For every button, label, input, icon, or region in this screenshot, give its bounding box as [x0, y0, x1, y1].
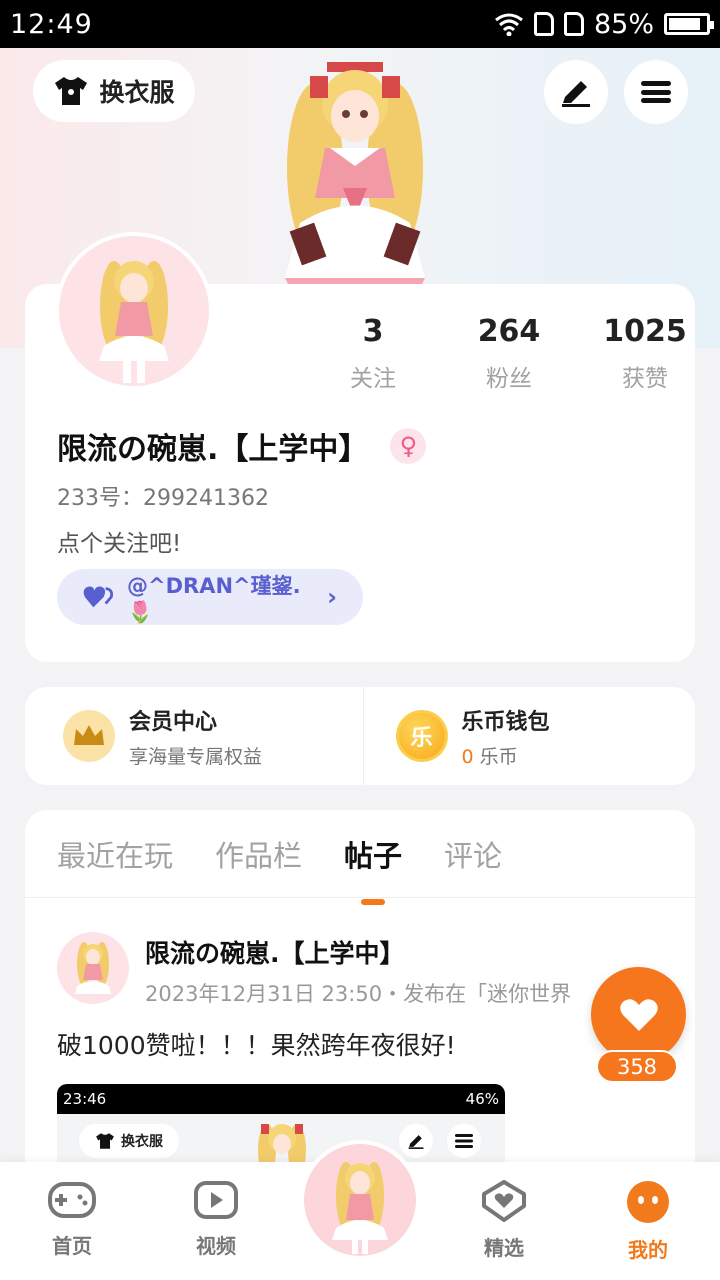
battery-percent: 85%: [593, 8, 654, 40]
user-id[interactable]: 233号：299241362: [57, 480, 269, 512]
tab-comments[interactable]: 评论: [444, 833, 502, 875]
pencil-icon: [562, 81, 590, 107]
heart-badge-icon: [482, 1180, 526, 1222]
nav-mine[interactable]: 我的: [598, 1180, 698, 1263]
friend-name: @^DRAN^瑾鋆.🌷: [127, 573, 301, 624]
member-center-title: 会员中心: [129, 709, 218, 735]
post-author-avatar[interactable]: [57, 932, 129, 1004]
sim2-icon: [563, 12, 584, 36]
gamepad-icon: [48, 1182, 96, 1218]
vip-wallet-card: 会员中心 享海量专属权益 乐 乐币钱包 0 乐币: [25, 687, 695, 785]
character-avatar-3d: [285, 62, 425, 288]
post-meta: 2023年12月31日 23:50・发布在「迷你世界: [145, 982, 572, 1006]
like-button[interactable]: [591, 967, 686, 1062]
stat-following[interactable]: 3 关注: [305, 314, 441, 393]
bottom-nav: 首页 视频 精选 我的: [0, 1140, 720, 1280]
tshirt-icon: [96, 1133, 114, 1149]
coin-wallet[interactable]: 乐 乐币钱包 0 乐币: [362, 687, 696, 785]
nav-featured[interactable]: 精选: [454, 1180, 554, 1261]
status-bar: 12:49 85%: [0, 0, 720, 48]
post-image-clothes-button: 换衣服: [79, 1124, 179, 1158]
member-center-sub: 享海量专属权益: [129, 745, 263, 768]
face-icon: [627, 1181, 669, 1223]
le-coin-icon: 乐: [395, 710, 448, 762]
sim1-icon: [533, 12, 554, 36]
profile-tabs: 最近在玩 作品栏 帖子 评论: [25, 810, 695, 905]
hamburger-icon: [641, 81, 671, 103]
like-count: 358: [596, 1050, 678, 1083]
avatar[interactable]: [55, 232, 213, 390]
post-image-clothes-label: 换衣服: [121, 1134, 163, 1150]
avatar-character-image: [99, 261, 169, 383]
post-text[interactable]: 破1000赞啦！！！果然跨年夜很好!: [57, 1026, 456, 1062]
status-time: 12:49: [10, 8, 93, 40]
user-bio: 点个关注吧!: [57, 531, 182, 557]
nav-home[interactable]: 首页: [22, 1180, 122, 1259]
tab-works[interactable]: 作品栏: [215, 833, 302, 875]
post-author-name[interactable]: 限流の碗崽.【上学中】: [145, 934, 405, 970]
female-icon: ♀: [390, 428, 427, 464]
wifi-icon: [495, 13, 523, 36]
heart-icon: [619, 998, 658, 1031]
stat-likes[interactable]: 1025 获赞: [577, 314, 713, 393]
menu-button[interactable]: [624, 60, 688, 124]
wallet-unit: 乐币: [473, 745, 518, 768]
member-center[interactable]: 会员中心 享海量专属权益: [25, 687, 363, 785]
post-image-time: 23:46: [63, 1090, 107, 1108]
username-text: 限流の碗崽.【上学中】: [57, 432, 369, 467]
change-clothes-label: 换衣服: [99, 78, 175, 107]
nav-video[interactable]: 视频: [166, 1180, 266, 1259]
stat-followers[interactable]: 264 粉丝: [441, 314, 577, 393]
double-heart-icon: [83, 586, 114, 608]
wallet-amount: 0: [461, 745, 474, 768]
chevron-right-icon: ›: [327, 583, 337, 611]
wallet-title: 乐币钱包: [461, 709, 550, 735]
play-icon: [194, 1181, 238, 1219]
edit-profile-button[interactable]: [544, 60, 608, 124]
change-clothes-button[interactable]: 换衣服: [33, 60, 195, 122]
tab-recent-games[interactable]: 最近在玩: [57, 833, 173, 875]
nav-center-avatar[interactable]: [300, 1140, 420, 1260]
friend-link[interactable]: @^DRAN^瑾鋆.🌷 ›: [57, 569, 363, 625]
profile-stats: 3 关注 264 粉丝 1025 获赞: [305, 314, 713, 393]
post-image-battery: 46%: [465, 1090, 499, 1108]
post-avatar-image: [75, 942, 111, 994]
battery-icon: [664, 13, 714, 35]
post-image-edit-icon: [399, 1124, 433, 1158]
center-avatar-image: [332, 1162, 388, 1254]
tab-posts[interactable]: 帖子: [344, 833, 402, 905]
post-image-statusbar: 23:46 46%: [57, 1084, 505, 1114]
post-image-menu-icon: [447, 1124, 481, 1158]
tshirt-icon: [55, 77, 88, 105]
crown-icon: [63, 710, 115, 762]
username: 限流の碗崽.【上学中】 ♀: [57, 424, 427, 468]
